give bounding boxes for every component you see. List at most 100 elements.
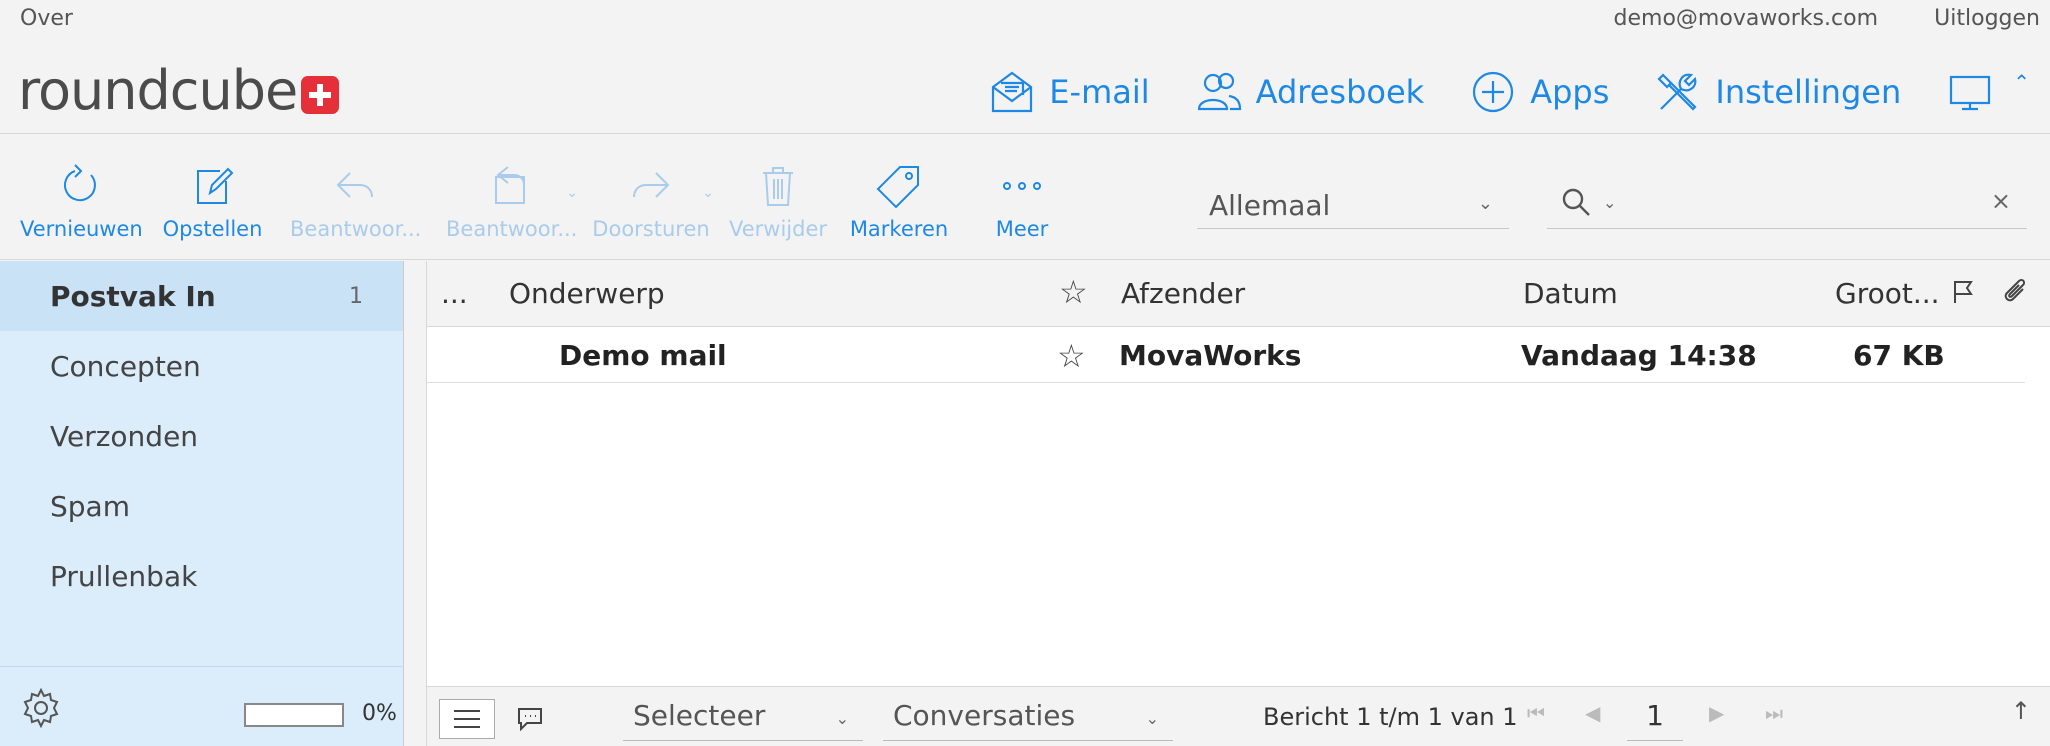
message-date: Vandaag 14:38 <box>1521 339 1757 372</box>
folder-label: Prullenbak <box>50 559 198 593</box>
user-email: demo@movaworks.com <box>1613 6 1878 31</box>
taskbar: E-mail Adresboek Apps Instellingen ⌃ <box>989 62 2050 122</box>
threads-column-header[interactable]: ... <box>441 277 468 310</box>
envelope-open-icon <box>992 71 1033 113</box>
logo-text: roundcube <box>18 59 298 122</box>
reply-label: Beantwoor... <box>290 217 422 241</box>
last-page-icon[interactable]: ⏭ <box>1765 701 1783 725</box>
list-options-button[interactable] <box>439 699 495 739</box>
star-icon[interactable]: ☆ <box>1057 337 1086 375</box>
quota-bar <box>244 703 344 727</box>
table-row[interactable]: Demo mail ☆ MovaWorks Vandaag 14:38 67 K… <box>427 327 2025 383</box>
forward-icon <box>633 172 670 198</box>
prev-page-icon[interactable]: ◀ <box>1585 701 1600 725</box>
task-apps[interactable]: Apps <box>1470 69 1609 115</box>
logo-plus-icon <box>301 76 340 114</box>
compose-button[interactable]: Opstellen <box>160 163 265 255</box>
quota-text: 0% <box>362 701 397 726</box>
list-footer: Selecteer ⌄ Conversaties ⌄ Bericht 1 t/m… <box>427 686 2050 746</box>
monitor-icon <box>1950 75 1991 111</box>
header: roundcube E-mail Adresboek Apps Instelli… <box>0 38 2050 134</box>
clear-search-icon[interactable]: × <box>1991 187 2011 215</box>
folder-spam[interactable]: Spam <box>0 471 403 541</box>
reply-all-label: Beantwoor... <box>446 217 578 241</box>
top-bar: Over demo@movaworks.com Uitloggen <box>0 0 2050 38</box>
folder-label: Concepten <box>50 349 201 383</box>
about-link[interactable]: Over <box>20 6 73 31</box>
more-button[interactable]: Meer <box>982 163 1062 255</box>
search-input[interactable]: ⌄ × <box>1547 179 2027 229</box>
message-sender: MovaWorks <box>1119 339 1302 372</box>
tag-icon <box>876 166 919 209</box>
reply-all-dropdown-icon[interactable]: ⌄ <box>566 185 578 201</box>
next-page-icon[interactable]: ▶ <box>1709 701 1724 725</box>
chevron-down-icon: ⌄ <box>1477 193 1493 214</box>
folder-inbox[interactable]: Postvak In 1 <box>0 261 403 331</box>
paperclip-icon[interactable] <box>2001 277 2029 305</box>
compose-icon <box>196 167 233 204</box>
preview-toggle-icon[interactable] <box>517 707 543 731</box>
delete-button[interactable]: Verwijder <box>728 163 828 255</box>
chevron-down-icon: ⌄ <box>1145 709 1159 728</box>
message-list: ... Onderwerp ☆ Afzender Datum Groot... … <box>426 261 2050 746</box>
task-settings[interactable]: Instellingen <box>1655 69 1901 115</box>
mark-button[interactable]: Markeren <box>846 163 952 255</box>
star-column-icon[interactable]: ☆ <box>1059 273 1088 311</box>
plus-circle-icon <box>1473 71 1514 113</box>
trash-icon <box>763 167 793 206</box>
sidebar-footer: 0% <box>0 666 404 746</box>
date-column-header[interactable]: Datum <box>1523 277 1618 310</box>
threads-dropdown[interactable]: Conversaties ⌄ <box>883 693 1173 741</box>
folder-trash[interactable]: Prullenbak <box>0 541 403 611</box>
scroll-top-icon[interactable]: ↑ <box>2011 697 2031 725</box>
delete-label: Verwijder <box>728 217 828 241</box>
first-page-icon[interactable]: ⏮ <box>1527 701 1545 725</box>
refresh-icon <box>63 164 96 202</box>
select-label: Selecteer <box>633 699 766 732</box>
sender-column-header[interactable]: Afzender <box>1121 277 1245 310</box>
reply-all-button[interactable]: Beantwoor... ⌄ <box>446 163 578 255</box>
collapse-header-icon[interactable]: ⌃ <box>2013 70 2030 94</box>
tools-icon <box>1657 73 1697 111</box>
task-addressbook[interactable]: Adresboek <box>1196 69 1425 115</box>
folder-label: Postvak In <box>50 279 216 313</box>
more-dots-icon <box>1003 182 1041 190</box>
message-count: Bericht 1 t/m 1 van 1 <box>1263 703 1518 731</box>
forward-dropdown-icon[interactable]: ⌄ <box>702 185 714 201</box>
select-dropdown[interactable]: Selecteer ⌄ <box>623 693 863 741</box>
logo[interactable]: roundcube <box>18 59 340 122</box>
task-addressbook-label: Adresboek <box>1255 73 1425 111</box>
folder-drafts[interactable]: Concepten <box>0 331 403 401</box>
forward-label: Doorsturen <box>592 217 710 241</box>
unread-count: 1 <box>349 283 363 309</box>
filter-select[interactable]: Allemaal ⌄ <box>1197 179 1509 229</box>
task-email[interactable]: E-mail <box>989 69 1150 115</box>
page-number-input[interactable]: 1 <box>1627 693 1683 741</box>
logout-link[interactable]: Uitloggen <box>1934 6 2040 31</box>
task-apps-label: Apps <box>1530 73 1610 111</box>
folder-sidebar: Postvak In 1 Concepten Verzonden Spam Pr… <box>0 261 404 746</box>
search-options-icon[interactable]: ⌄ <box>1603 193 1616 212</box>
menu-lines-icon <box>454 710 480 728</box>
forward-button[interactable]: Doorsturen ⌄ <box>590 163 714 255</box>
task-settings-label: Instellingen <box>1715 73 1902 111</box>
list-header: ... Onderwerp ☆ Afzender Datum Groot... <box>427 261 2050 327</box>
search-icon[interactable] <box>1561 187 1591 217</box>
reply-all-icon <box>495 166 525 204</box>
size-column-header[interactable]: Groot... <box>1835 277 1940 310</box>
folder-sent[interactable]: Verzonden <box>0 401 403 471</box>
contacts-icon <box>1197 72 1241 111</box>
mail-toolbar: Vernieuwen Opstellen Beantwoor... Beantw… <box>0 135 2050 260</box>
folder-label: Verzonden <box>50 419 199 453</box>
gear-icon[interactable] <box>20 687 62 729</box>
threads-label: Conversaties <box>893 699 1076 732</box>
reply-button[interactable]: Beantwoor... <box>290 163 422 255</box>
refresh-button[interactable]: Vernieuwen <box>20 163 143 255</box>
flag-icon[interactable] <box>1951 279 1975 305</box>
message-subject: Demo mail <box>559 339 727 372</box>
message-size: 67 KB <box>1853 339 1945 372</box>
layout-toggle[interactable] <box>1947 69 1993 115</box>
filter-value: Allemaal <box>1209 189 1331 222</box>
more-label: Meer <box>995 217 1049 241</box>
subject-column-header[interactable]: Onderwerp <box>509 277 665 310</box>
